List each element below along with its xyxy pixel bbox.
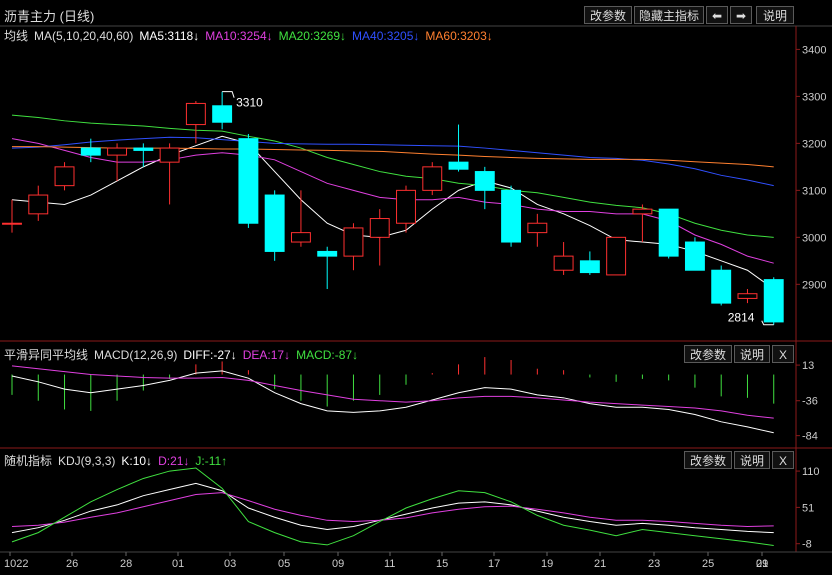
ma-legend-item: MA5:3118↓	[139, 29, 200, 43]
y-tick-label: 3200	[802, 138, 826, 150]
candle-body	[133, 147, 154, 151]
x-tick-label: 26	[66, 558, 78, 570]
candle-body	[238, 138, 259, 224]
x-tick-label: 15	[436, 558, 448, 570]
kdj-legend-item: 随机指标	[4, 454, 53, 468]
candle-body	[527, 222, 548, 234]
low-label: 2814	[728, 311, 755, 325]
candle-body	[2, 222, 22, 225]
ma40-line	[11, 136, 774, 187]
x-tick-label: 23	[648, 558, 660, 570]
x-tick-label: 05	[278, 558, 290, 570]
candle-body	[763, 279, 784, 323]
candle-body	[107, 147, 128, 156]
candle-body	[212, 105, 233, 123]
macd-legend-item: DEA:17↓	[242, 348, 291, 362]
macd-help-button[interactable]: 说明	[734, 345, 770, 363]
macd-y-tick-label: -84	[802, 431, 818, 443]
x-tick-label: 21	[594, 558, 606, 570]
macd-legend-item: 平滑异同平均线	[4, 348, 89, 362]
candle-body	[159, 147, 180, 163]
ma-legend-item: 均线	[4, 29, 29, 43]
candle-body	[317, 250, 338, 257]
d-line	[11, 492, 774, 527]
macd-legend: 平滑异同平均线 MACD(12,26,9) DIFF:-27↓ DEA:17↓ MACD…	[4, 346, 364, 363]
k-line	[11, 482, 774, 534]
kdj-change-params-button[interactable]: 改参数	[684, 451, 732, 469]
ma-legend-item: MA40:3205↓	[352, 29, 420, 43]
high-marker	[222, 91, 235, 98]
ma-legend: 均线 MA(5,10,20,40,60) MA5:3118↓ MA10:3254↓ MA…	[4, 27, 499, 44]
x-tick-label: 11	[384, 558, 395, 570]
high-label: 3310	[236, 96, 263, 110]
macd-y-tick-label: -36	[802, 396, 818, 408]
candle-body	[264, 194, 285, 252]
kdj-y-tick-label: 51	[802, 502, 814, 514]
x-tick-label: 01	[172, 558, 184, 570]
x-tick-label: 09	[332, 558, 344, 570]
macd-change-params-button[interactable]: 改参数	[684, 345, 732, 363]
macd-legend-item: MACD:-87↓	[296, 348, 359, 362]
candle-body	[343, 227, 364, 257]
chart-canvas: 3400 3300 3200 3100 3000 2900 3310 2814 13 -36 -84…	[0, 25, 832, 570]
y-tick-label: 3100	[802, 185, 826, 197]
candle-body	[396, 189, 416, 224]
x-tick-label: 19	[541, 558, 553, 570]
dea-line	[11, 365, 774, 419]
candle-body	[448, 161, 469, 170]
x-tick-label: 01	[756, 558, 768, 570]
candle-body	[632, 208, 653, 215]
candle-body	[422, 166, 443, 191]
kdj-legend-item: KDJ(9,3,3)	[58, 454, 116, 468]
ma-legend-item: MA20:3269↓	[278, 29, 347, 43]
candle-body	[553, 255, 574, 271]
candle-body	[290, 232, 311, 243]
candle-body	[737, 293, 758, 299]
kdj-legend: 随机指标 KDJ(9,3,3) K:10↓ D:21↓ J:-11↑	[4, 452, 233, 469]
x-tick-label: 03	[224, 558, 236, 570]
kdj-y-tick-label: 110	[802, 466, 820, 478]
x-tick-label: 25	[702, 558, 714, 570]
macd-close-button[interactable]: X	[772, 345, 794, 363]
kdj-y-tick-label: -8	[802, 539, 812, 551]
kdj-legend-item: K:10↓	[121, 454, 153, 468]
candle-body	[501, 189, 522, 243]
kdj-legend-item: J:-11↑	[195, 454, 228, 468]
y-tick-label: 3000	[802, 232, 826, 244]
candle-body	[185, 102, 206, 126]
kdj-help-button[interactable]: 说明	[734, 451, 770, 469]
y-tick-label: 3400	[802, 44, 826, 56]
candle-body	[54, 166, 75, 187]
macd-y-tick-label: 13	[802, 360, 814, 372]
ma-legend-item: MA60:3203↓	[425, 29, 493, 43]
candle-body	[711, 269, 732, 304]
y-tick-label: 3300	[802, 91, 826, 103]
ma-legend-item: MA(5,10,20,40,60)	[34, 29, 134, 43]
candle-body	[474, 171, 495, 191]
candle-body	[369, 218, 390, 238]
candle-body	[684, 241, 705, 271]
macd-legend-item: MACD(12,26,9)	[94, 348, 178, 362]
kdj-legend-item: D:21↓	[158, 454, 190, 468]
ma-legend-item: MA10:3254↓	[205, 29, 273, 43]
x-tick-label: 17	[488, 558, 500, 570]
x-tick-label: 1022	[4, 558, 28, 570]
candle-body	[80, 147, 101, 156]
candle-body	[28, 194, 49, 215]
j-line	[11, 467, 774, 547]
macd-legend-item: DIFF:-27↓	[183, 348, 237, 362]
candle-body	[579, 260, 600, 274]
candle-body	[658, 208, 679, 257]
candle-body	[606, 236, 627, 276]
x-tick-label: 28	[120, 558, 132, 570]
kdj-close-button[interactable]: X	[772, 451, 794, 469]
y-tick-label: 2900	[802, 279, 826, 291]
